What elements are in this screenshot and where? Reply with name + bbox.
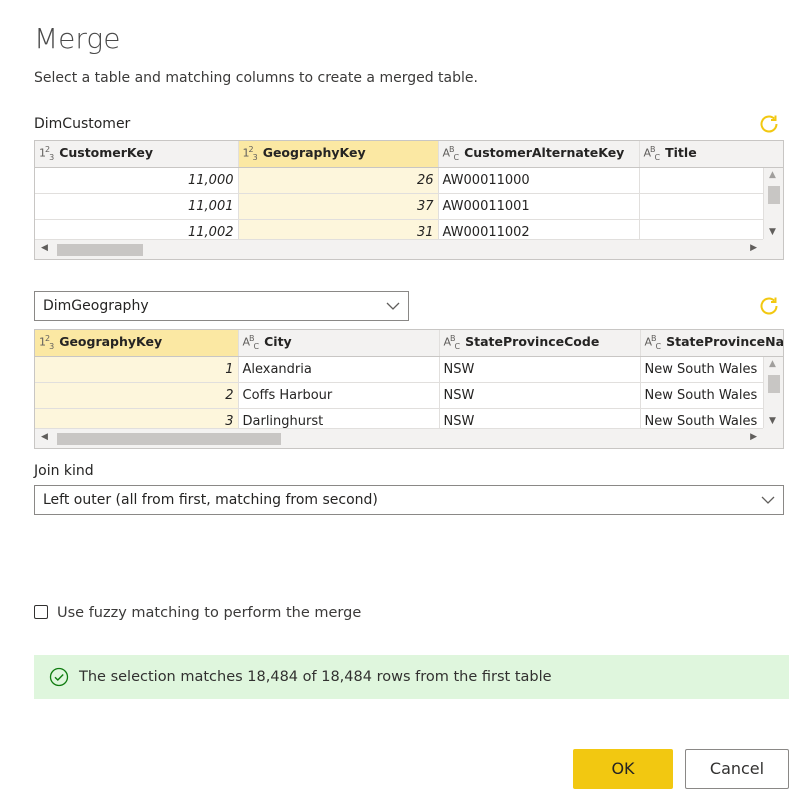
table-cell: Coffs Harbour [238, 382, 440, 409]
table-row[interactable]: 1 Alexandria NSW New South Wales [35, 356, 783, 383]
dialog-title: Merge [34, 22, 121, 55]
column-name: CustomerAlternateKey [464, 145, 625, 161]
table-row[interactable]: 11,000 26 AW00011000 [35, 167, 783, 194]
number-type-icon: 123 [242, 145, 258, 163]
match-status-banner: The selection matches 18,484 of 18,484 r… [34, 655, 789, 699]
scroll-down-icon[interactable]: ▼ [769, 416, 776, 426]
table-cell: AW00011000 [438, 167, 640, 194]
table-cell: 11,000 [35, 167, 239, 194]
scroll-corner [763, 428, 783, 448]
column-name: GeographyKey [262, 145, 366, 161]
column-name: StateProvinceNam [666, 334, 784, 350]
refresh-icon[interactable] [758, 113, 780, 135]
table-row[interactable]: 2 Coffs Harbour NSW New South Wales [35, 382, 783, 409]
scroll-right-icon[interactable]: ▶ [750, 432, 757, 442]
table1-header-row: 123 CustomerKey 123 GeographyKey ABC Custom… [35, 141, 783, 168]
table-cell: NSW [439, 382, 641, 409]
table-cell: AW00011001 [438, 193, 640, 220]
table-cell: 2 [35, 382, 239, 409]
vertical-scrollbar[interactable]: ▲ ▼ [763, 168, 783, 239]
chevron-down-icon [761, 496, 775, 504]
scroll-up-icon[interactable]: ▲ [769, 359, 776, 369]
scroll-left-icon[interactable]: ◀ [41, 243, 48, 253]
column-name: City [264, 334, 292, 350]
chevron-down-icon [386, 302, 400, 310]
table-cell: 11,001 [35, 193, 239, 220]
number-type-icon: 123 [39, 334, 54, 352]
table2-col-geographykey[interactable]: 123 GeographyKey [35, 330, 239, 357]
table1-col-customerkey[interactable]: 123 CustomerKey [35, 141, 239, 168]
table-cell: Alexandria [238, 356, 440, 383]
scroll-right-icon[interactable]: ▶ [750, 243, 757, 253]
column-name: GeographyKey [59, 334, 163, 350]
table-cell: NSW [439, 356, 641, 383]
join-kind-select[interactable]: Left outer (all from first, matching fro… [34, 485, 784, 515]
number-type-icon: 123 [39, 145, 54, 163]
refresh-icon[interactable] [758, 295, 780, 317]
table1-name: DimCustomer [34, 116, 131, 132]
text-type-icon: ABC [644, 334, 662, 352]
table2-header-row: 123 GeographyKey ABC City ABC StateProvince… [35, 330, 784, 357]
table2-col-stateprovincecode[interactable]: ABC StateProvinceCode [439, 330, 641, 357]
fuzzy-matching-option[interactable]: Use fuzzy matching to perform the merge [34, 605, 361, 621]
join-kind-label: Join kind [34, 463, 94, 479]
table1-preview-grid[interactable]: 123 CustomerKey 123 GeographyKey ABC Custom… [34, 140, 784, 260]
table2-col-city[interactable]: ABC City [238, 330, 440, 357]
table-cell: 26 [238, 167, 439, 194]
join-kind-value: Left outer (all from first, matching fro… [43, 492, 378, 508]
table-cell: 37 [238, 193, 439, 220]
cancel-button[interactable]: Cancel [685, 749, 789, 789]
scrollbar-thumb[interactable] [768, 186, 780, 204]
fuzzy-matching-checkbox[interactable] [34, 605, 48, 619]
horizontal-scrollbar[interactable]: ◀ ▶ [35, 428, 763, 448]
match-status-text: The selection matches 18,484 of 18,484 r… [79, 669, 552, 685]
table1-col-title[interactable]: ABC Title [639, 141, 783, 168]
scrollbar-thumb[interactable] [57, 244, 143, 256]
fuzzy-matching-label: Use fuzzy matching to perform the merge [57, 605, 362, 621]
check-circle-icon [49, 667, 69, 687]
dialog-subtitle: Select a table and matching columns to c… [34, 70, 478, 86]
scroll-corner [763, 239, 783, 259]
table2-col-stateprovincename[interactable]: ABC StateProvinceNam [640, 330, 784, 357]
table1-col-customeralternatekey[interactable]: ABC CustomerAlternateKey [438, 141, 640, 168]
table1-col-geographykey[interactable]: 123 GeographyKey [238, 141, 439, 168]
table-cell: 1 [35, 356, 239, 383]
text-type-icon: ABC [443, 334, 461, 352]
scroll-left-icon[interactable]: ◀ [41, 432, 48, 442]
ok-button[interactable]: OK [573, 749, 673, 789]
text-type-icon: ABC [643, 145, 661, 163]
horizontal-scrollbar[interactable]: ◀ ▶ [35, 239, 763, 259]
table2-selected-value: DimGeography [43, 298, 149, 314]
text-type-icon: ABC [242, 334, 260, 352]
table-row[interactable]: 11,001 37 AW00011001 [35, 193, 783, 220]
scroll-up-icon[interactable]: ▲ [769, 170, 776, 180]
text-type-icon: ABC [442, 145, 460, 163]
scroll-down-icon[interactable]: ▼ [769, 227, 776, 237]
column-name: Title [665, 145, 697, 161]
scrollbar-thumb[interactable] [768, 375, 780, 393]
column-name: CustomerKey [59, 145, 154, 161]
column-name: StateProvinceCode [465, 334, 600, 350]
table2-select[interactable]: DimGeography [34, 291, 409, 321]
vertical-scrollbar[interactable]: ▲ ▼ [763, 357, 783, 428]
scrollbar-thumb[interactable] [57, 433, 281, 445]
table2-preview-grid[interactable]: 123 GeographyKey ABC City ABC StateProvince… [34, 329, 784, 449]
